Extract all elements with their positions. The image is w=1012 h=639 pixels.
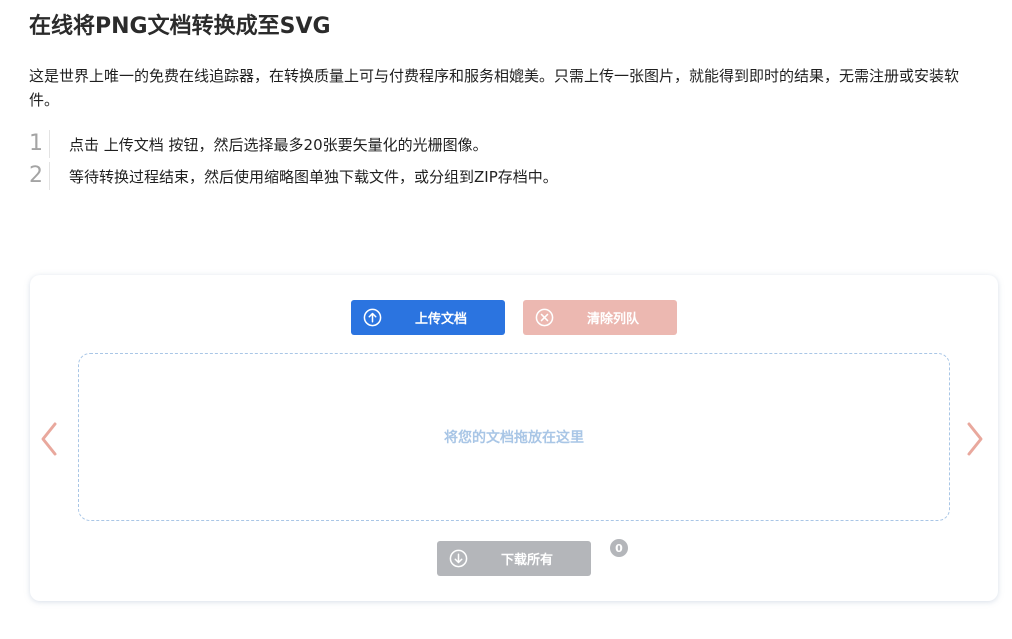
file-dropzone[interactable]: 将您的文档拖放在这里 — [78, 353, 950, 521]
download-count-badge: 0 — [608, 537, 630, 559]
upload-files-button[interactable]: 上传文档 — [351, 300, 505, 335]
clear-queue-button[interactable]: 清除列队 — [523, 300, 677, 335]
steps-list: 1 点击 上传文档 按钮，然后选择最多20张要矢量化的光栅图像。 2 等待转换过… — [29, 128, 558, 192]
step-text: 等待转换过程结束，然后使用缩略图单独下载文件，或分组到ZIP存档中。 — [69, 167, 558, 186]
download-all-button[interactable]: 下载所有 — [437, 541, 591, 576]
step-item: 1 点击 上传文档 按钮，然后选择最多20张要矢量化的光栅图像。 — [29, 128, 558, 160]
dropzone-text: 将您的文档拖放在这里 — [444, 430, 584, 446]
page: 在线将PNG文档转换成至SVG 这是世界上唯一的免费在线追踪器，在转换质量上可与… — [0, 0, 1012, 639]
intro-text: 这是世界上唯一的免费在线追踪器，在转换质量上可与付费程序和服务相媲美。只需上传一… — [29, 67, 960, 109]
step-text: 点击 上传文档 按钮，然后选择最多20张要矢量化的光栅图像。 — [69, 135, 488, 154]
step-number: 2 — [29, 162, 50, 190]
chevron-left-icon[interactable] — [38, 419, 60, 459]
converter-panel: 上传文档 清除列队 将您的文档拖放在这里 下载所有 0 — [30, 275, 998, 601]
page-title: 在线将PNG文档转换成至SVG — [29, 14, 331, 39]
download-button-label: 下载所有 — [500, 553, 553, 568]
step-item: 2 等待转换过程结束，然后使用缩略图单独下载文件，或分组到ZIP存档中。 — [29, 160, 558, 192]
step-number: 1 — [29, 130, 50, 158]
chevron-right-icon[interactable] — [964, 419, 986, 459]
clear-button-label: 清除列队 — [586, 312, 639, 327]
upload-button-label: 上传文档 — [414, 312, 467, 327]
